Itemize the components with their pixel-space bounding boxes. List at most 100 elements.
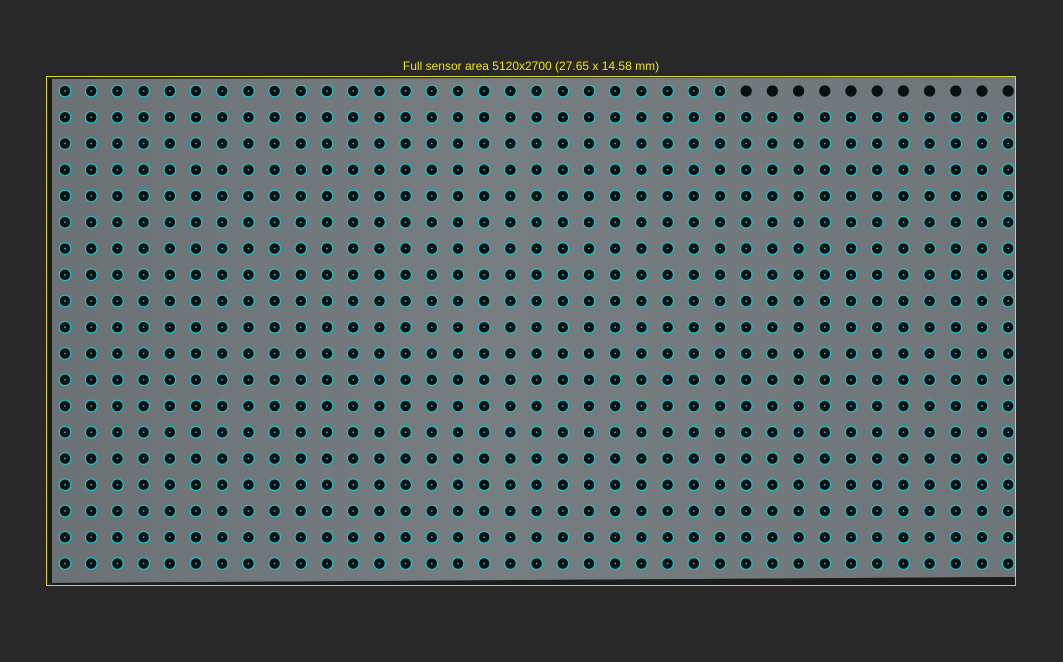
detected-dot (504, 452, 517, 465)
detected-dot (111, 294, 124, 308)
detected-dot (504, 110, 517, 124)
detected-dot (687, 373, 701, 387)
detected-dot (792, 347, 805, 360)
detected-dot (346, 242, 360, 255)
detected-dot (504, 189, 517, 203)
detected-dot (399, 530, 412, 544)
detected-dot (635, 557, 648, 570)
detected-dot (215, 425, 229, 439)
detected-dot (1001, 137, 1015, 150)
detected-dot (294, 373, 308, 387)
detected-dot (58, 399, 72, 413)
detected-dot (870, 373, 884, 387)
detected-dot (215, 110, 229, 124)
detected-dot (504, 215, 517, 229)
detected-dot (58, 84, 72, 98)
detected-dot (766, 452, 779, 465)
detected-dot (870, 215, 884, 229)
detected-dot (242, 242, 255, 255)
detected-dot (897, 215, 910, 229)
detected-dot (242, 425, 255, 439)
detected-dot (84, 478, 98, 492)
detected-dot (766, 347, 779, 360)
detected-dot (635, 110, 648, 124)
detected-dot (975, 373, 989, 387)
detected-dot (608, 268, 622, 282)
detected-dot (661, 425, 674, 439)
detected-dot (189, 189, 203, 203)
detected-dot (189, 425, 203, 439)
detected-dot (425, 320, 439, 334)
detected-dot (530, 530, 543, 544)
detected-dot (477, 320, 491, 334)
detected-dot (1001, 347, 1015, 360)
detected-dot (346, 163, 360, 177)
detected-dot (975, 215, 989, 229)
detected-dot (373, 163, 386, 177)
detected-dot (635, 163, 648, 177)
detected-dot (582, 215, 596, 229)
detected-dot (163, 163, 177, 177)
detected-dot (530, 373, 543, 387)
detected-dot (687, 504, 701, 518)
detected-dot (320, 268, 334, 282)
detected-dot (451, 557, 465, 570)
detected-dot (1001, 294, 1015, 308)
detected-dot (373, 242, 386, 255)
detected-dot (844, 110, 858, 124)
detected-dot (451, 373, 465, 387)
detected-dot (111, 215, 124, 229)
detected-dot (163, 268, 177, 282)
detected-dot (818, 530, 832, 544)
detected-dot (844, 242, 858, 255)
detected-dot (687, 452, 701, 465)
detected-dot (713, 347, 727, 360)
detected-dot (792, 215, 805, 229)
detected-dot (111, 557, 124, 570)
detected-dot (897, 163, 910, 177)
detected-dot (215, 163, 229, 177)
detected-dot (897, 399, 910, 413)
detected-dot (215, 452, 229, 465)
detected-dot (111, 425, 124, 439)
detected-dot (923, 294, 936, 308)
detected-dot (635, 294, 648, 308)
detected-dot (189, 373, 203, 387)
detected-dot (949, 294, 963, 308)
detected-dot (870, 425, 884, 439)
detected-dot (268, 268, 281, 282)
detected-dot (346, 294, 360, 308)
detected-dot (111, 84, 124, 98)
detected-dot (477, 163, 491, 177)
detected-dot (163, 110, 177, 124)
detected-dot (189, 504, 203, 518)
detected-dot (949, 373, 963, 387)
detected-dot (294, 320, 308, 334)
detected-dot (242, 399, 255, 413)
detected-dot (608, 137, 622, 150)
detected-dot (739, 504, 753, 518)
detected-dot (451, 110, 465, 124)
detected-dot (189, 163, 203, 177)
detected-dot (975, 268, 989, 282)
detected-dot (739, 373, 753, 387)
detected-dot (792, 320, 805, 334)
detected-dot (137, 504, 150, 518)
detected-dot (792, 399, 805, 413)
detected-dot (766, 242, 779, 255)
detected-dot (58, 189, 72, 203)
sensor-area-outline[interactable] (46, 76, 1016, 586)
detected-dot (84, 399, 98, 413)
detected-dot (242, 163, 255, 177)
detected-dot (687, 557, 701, 570)
detected-dot (661, 110, 674, 124)
detected-dot (818, 452, 832, 465)
detected-dot (1001, 504, 1015, 518)
detected-dot (346, 189, 360, 203)
detected-dot (215, 530, 229, 544)
detected-dot (111, 242, 124, 255)
detected-dot (792, 452, 805, 465)
detected-dot (215, 84, 229, 98)
detected-dot (870, 294, 884, 308)
detected-dot (661, 320, 674, 334)
